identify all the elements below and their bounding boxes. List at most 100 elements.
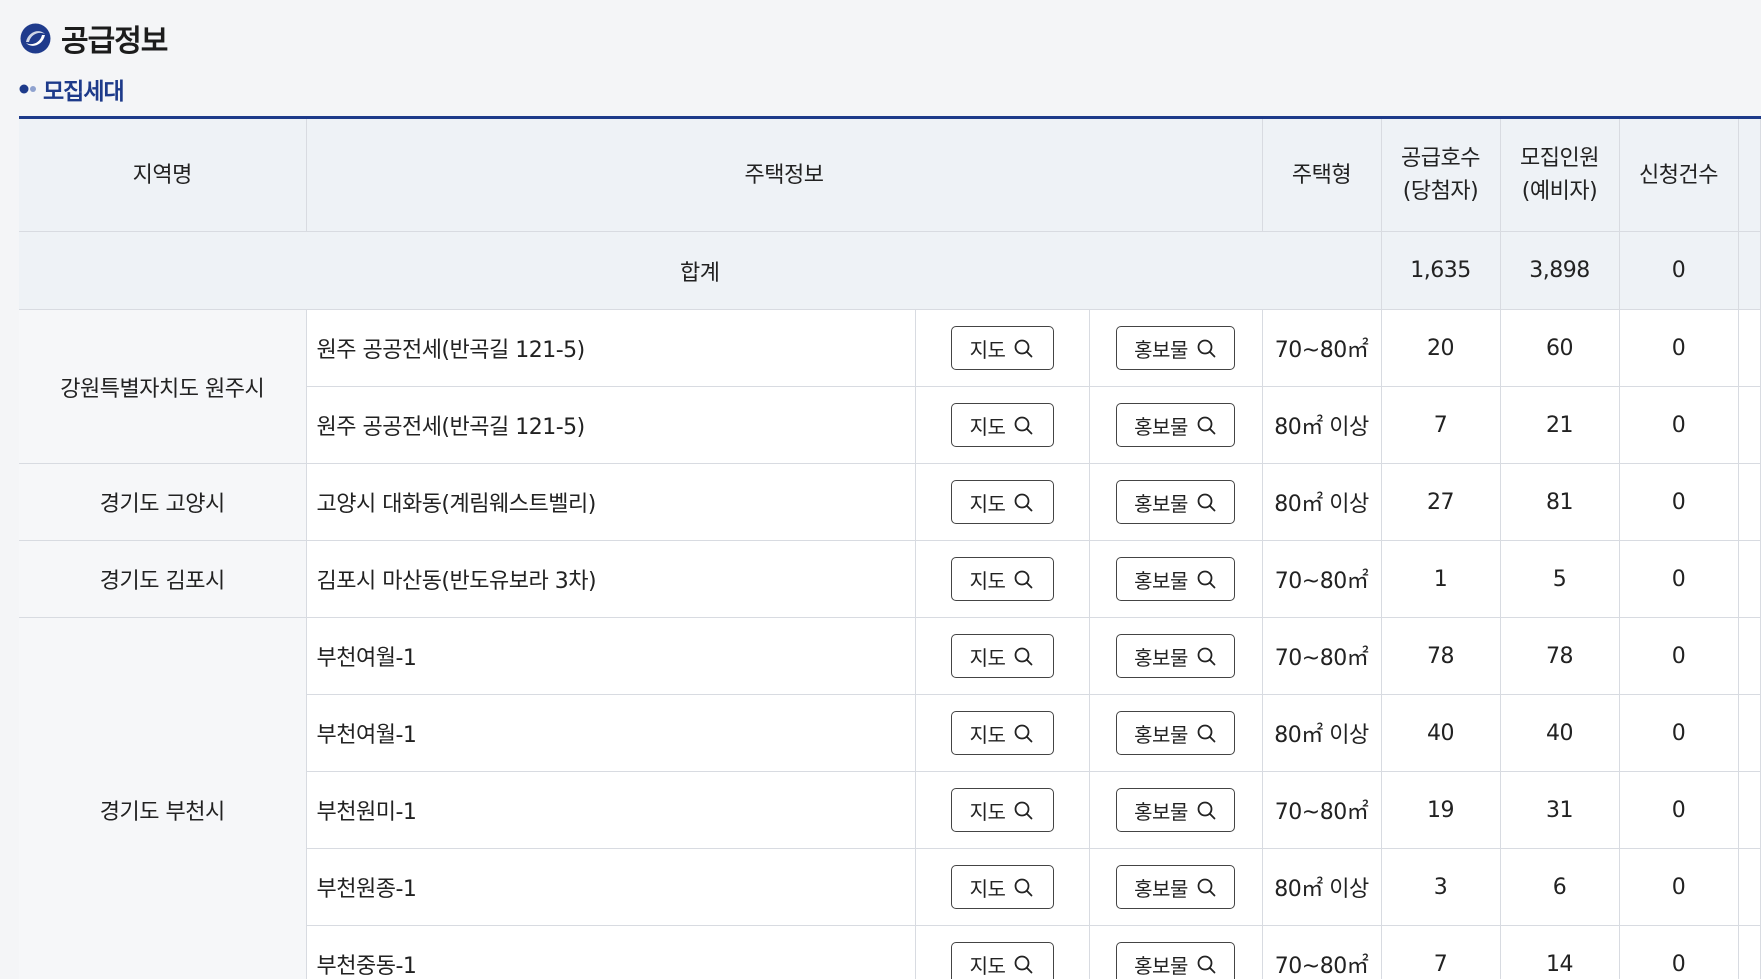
recruit-count: 81 [1500, 464, 1619, 541]
summary-row: 합계 1,635 3,898 0 [19, 232, 1760, 310]
promo-button-label: 홍보물 [1134, 950, 1188, 979]
supply-count: 78 [1381, 618, 1500, 695]
map-button[interactable]: 지도 [951, 634, 1054, 678]
map-button-label: 지도 [970, 642, 1006, 671]
search-icon [1013, 646, 1034, 667]
application-count: 0 [1619, 541, 1738, 618]
search-icon [1196, 800, 1217, 821]
promo-cell: 홍보물 [1089, 387, 1262, 464]
summary-applications: 0 [1619, 232, 1738, 310]
promo-button[interactable]: 홍보물 [1116, 711, 1235, 755]
house-name: 원주 공공전세(반곡길 121-5) [306, 387, 915, 464]
supply-count: 19 [1381, 772, 1500, 849]
promo-button-label: 홍보물 [1134, 796, 1188, 825]
table-row: 강원특별자치도 원주시 원주 공공전세(반곡길 121-5) 지도 홍보물 70… [19, 310, 1760, 387]
search-icon [1013, 723, 1034, 744]
promo-cell: 홍보물 [1089, 772, 1262, 849]
house-type: 70~80㎡ [1262, 618, 1381, 695]
overflow-cell [1738, 926, 1760, 979]
promo-button[interactable]: 홍보물 [1116, 557, 1235, 601]
overflow-cell [1738, 464, 1760, 541]
map-button[interactable]: 지도 [951, 403, 1054, 447]
map-button[interactable]: 지도 [951, 942, 1054, 979]
recruit-count: 21 [1500, 387, 1619, 464]
page-title: 공급정보 [61, 16, 167, 60]
promo-button[interactable]: 홍보물 [1116, 634, 1235, 678]
map-button[interactable]: 지도 [951, 788, 1054, 832]
promo-cell: 홍보물 [1089, 310, 1262, 387]
map-button[interactable]: 지도 [951, 865, 1054, 909]
promo-button[interactable]: 홍보물 [1116, 326, 1235, 370]
region-cell: 경기도 고양시 [19, 464, 306, 541]
supply-count: 3 [1381, 849, 1500, 926]
search-icon [1196, 723, 1217, 744]
promo-button[interactable]: 홍보물 [1116, 480, 1235, 524]
promo-button[interactable]: 홍보물 [1116, 942, 1235, 979]
map-cell: 지도 [915, 541, 1089, 618]
supply-count: 7 [1381, 926, 1500, 979]
house-type: 70~80㎡ [1262, 310, 1381, 387]
header-overflow [1738, 119, 1760, 232]
map-button-label: 지도 [970, 565, 1006, 594]
search-icon [1013, 492, 1034, 513]
application-count: 0 [1619, 387, 1738, 464]
house-name: 김포시 마산동(반도유보라 3차) [306, 541, 915, 618]
promo-button[interactable]: 홍보물 [1116, 865, 1235, 909]
application-count: 0 [1619, 310, 1738, 387]
header-house-type: 주택형 [1262, 119, 1381, 232]
search-icon [1013, 877, 1034, 898]
house-name: 원주 공공전세(반곡길 121-5) [306, 310, 915, 387]
house-name: 부천중동-1 [306, 926, 915, 979]
table-row: 경기도 고양시 고양시 대화동(계림웨스트벨리) 지도 홍보물 80㎡ 이상 2… [19, 464, 1760, 541]
map-button[interactable]: 지도 [951, 326, 1054, 370]
summary-label: 합계 [19, 232, 1381, 310]
map-button-label: 지도 [970, 334, 1006, 363]
supply-count: 7 [1381, 387, 1500, 464]
map-button-label: 지도 [970, 873, 1006, 902]
house-name: 부천원미-1 [306, 772, 915, 849]
search-icon [1196, 415, 1217, 436]
bullet-dots-icon [19, 82, 39, 96]
supply-count: 27 [1381, 464, 1500, 541]
promo-button[interactable]: 홍보물 [1116, 788, 1235, 832]
supply-count: 40 [1381, 695, 1500, 772]
section-title: 모집세대 [43, 72, 124, 106]
region-cell: 경기도 김포시 [19, 541, 306, 618]
table-header-row: 지역명 주택정보 주택형 공급호수 (당첨자) 모집인원 (예비자) 신청건수 [19, 119, 1760, 232]
application-count: 0 [1619, 695, 1738, 772]
house-name: 고양시 대화동(계림웨스트벨리) [306, 464, 915, 541]
summary-overflow [1738, 232, 1760, 310]
promo-button[interactable]: 홍보물 [1116, 403, 1235, 447]
promo-button-label: 홍보물 [1134, 488, 1188, 517]
map-cell: 지도 [915, 849, 1089, 926]
table-row: 경기도 부천시 부천여월-1 지도 홍보물 70~80㎡ 78 78 0 [19, 618, 1760, 695]
overflow-cell [1738, 772, 1760, 849]
promo-cell: 홍보물 [1089, 695, 1262, 772]
recruit-count: 40 [1500, 695, 1619, 772]
header-house-info: 주택정보 [306, 119, 1262, 232]
search-icon [1013, 954, 1034, 975]
map-button-label: 지도 [970, 796, 1006, 825]
region-cell: 경기도 부천시 [19, 618, 306, 979]
map-cell: 지도 [915, 310, 1089, 387]
house-name: 부천여월-1 [306, 618, 915, 695]
map-button[interactable]: 지도 [951, 557, 1054, 601]
search-icon [1196, 569, 1217, 590]
map-cell: 지도 [915, 926, 1089, 979]
map-button[interactable]: 지도 [951, 711, 1054, 755]
section-header: 모집세대 [19, 72, 124, 106]
recruit-count: 5 [1500, 541, 1619, 618]
map-cell: 지도 [915, 772, 1089, 849]
search-icon [1196, 492, 1217, 513]
application-count: 0 [1619, 618, 1738, 695]
search-icon [1013, 338, 1034, 359]
overflow-cell [1738, 541, 1760, 618]
table-row: 경기도 김포시 김포시 마산동(반도유보라 3차) 지도 홍보물 70~80㎡ … [19, 541, 1760, 618]
map-button-label: 지도 [970, 719, 1006, 748]
map-button[interactable]: 지도 [951, 480, 1054, 524]
search-icon [1013, 800, 1034, 821]
recruitment-table-container: 지역명 주택정보 주택형 공급호수 (당첨자) 모집인원 (예비자) 신청건수 … [19, 116, 1761, 979]
map-button-label: 지도 [970, 411, 1006, 440]
house-type: 80㎡ 이상 [1262, 849, 1381, 926]
house-name: 부천여월-1 [306, 695, 915, 772]
